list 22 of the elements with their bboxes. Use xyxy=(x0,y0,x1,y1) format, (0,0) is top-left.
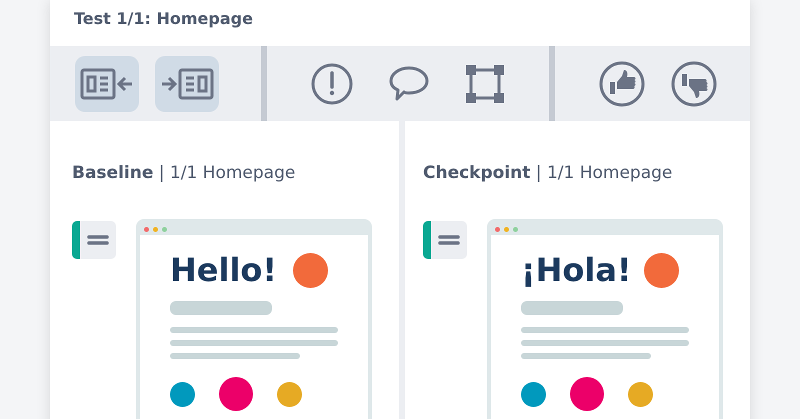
circle-shape xyxy=(293,252,328,288)
crop-frame-icon[interactable] xyxy=(465,64,505,104)
list-icon[interactable] xyxy=(423,221,467,259)
pane-title: Checkpoint | 1/1 Homepage xyxy=(423,163,674,185)
comment-icon[interactable] xyxy=(389,64,429,102)
pane-title: Baseline | 1/1 Homepage xyxy=(72,163,296,185)
circle-shape xyxy=(277,382,302,406)
page-heading: Hello! xyxy=(170,251,277,289)
page-heading: ¡Hola! xyxy=(521,251,632,289)
circle-shape xyxy=(521,382,546,406)
collapse-left-button[interactable] xyxy=(75,56,139,112)
thumbs-up-icon[interactable] xyxy=(599,60,645,106)
thumbs-down-icon[interactable] xyxy=(671,60,717,106)
test-title: Test 1/1: Homepage xyxy=(73,8,254,30)
circle-shape xyxy=(170,382,195,406)
circle-shape xyxy=(219,377,253,411)
alert-icon[interactable] xyxy=(311,62,353,104)
circle-shape xyxy=(628,382,653,406)
circle-shape xyxy=(570,377,604,411)
list-icon[interactable] xyxy=(72,221,116,259)
expand-right-button[interactable] xyxy=(155,56,219,112)
circle-shape xyxy=(644,252,679,288)
